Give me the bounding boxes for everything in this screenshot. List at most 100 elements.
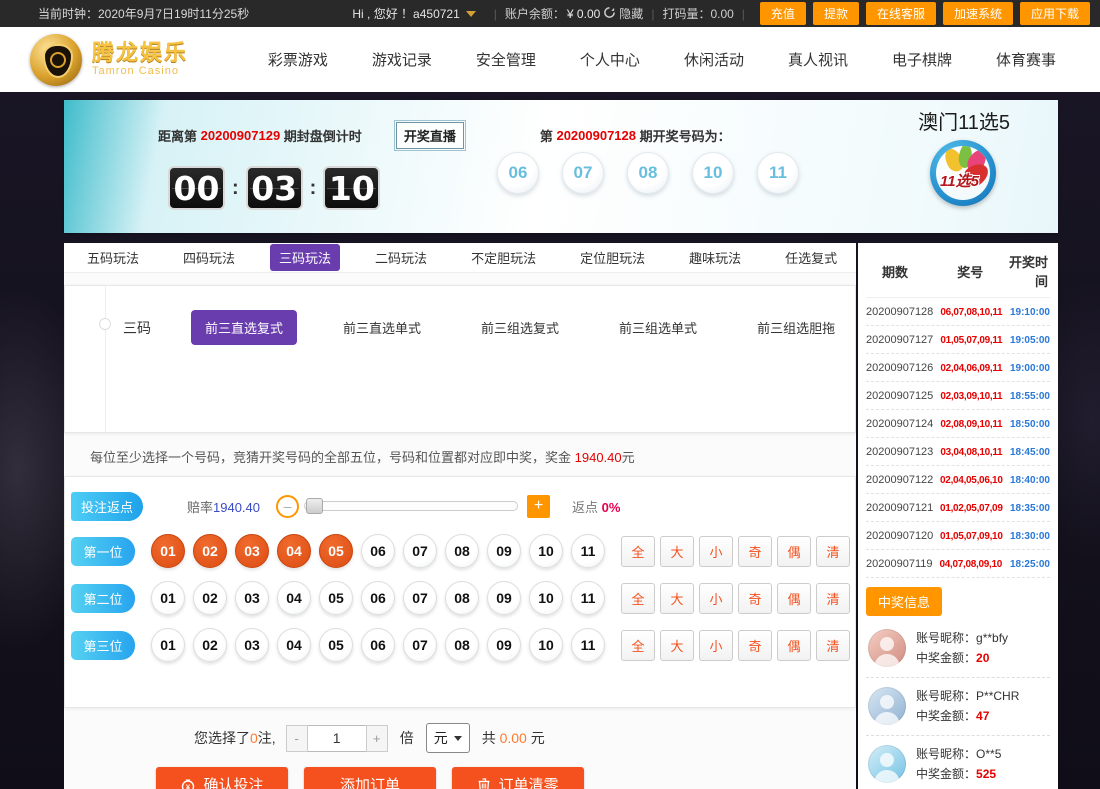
quick-button-2-0[interactable]: 全 <box>621 629 655 661</box>
unit-select[interactable]: 元 <box>425 723 470 753</box>
tab-5[interactable]: 定位胆玩法 <box>571 244 654 271</box>
number-ball-第二位-09[interactable]: 09 <box>487 581 521 615</box>
number-ball-第一位-07[interactable]: 07 <box>403 534 437 568</box>
multiplier-minus-button[interactable]: - <box>285 724 308 752</box>
number-ball-第二位-01[interactable]: 01 <box>151 581 185 615</box>
number-ball-第一位-10[interactable]: 10 <box>529 534 563 568</box>
number-ball-第一位-11[interactable]: 11 <box>571 534 605 568</box>
quick-button-0-4[interactable]: 偶 <box>777 535 811 567</box>
nav-item-7[interactable]: 体育赛事 <box>996 49 1056 70</box>
tab-1[interactable]: 四码玩法 <box>174 244 244 271</box>
number-ball-第二位-02[interactable]: 02 <box>193 581 227 615</box>
number-ball-第二位-04[interactable]: 04 <box>277 581 311 615</box>
number-ball-第三位-10[interactable]: 10 <box>529 628 563 662</box>
rebate-slider[interactable] <box>304 498 519 514</box>
live-draw-button[interactable]: 开奖直播 <box>393 120 466 151</box>
page: 当前时钟：2020年9月7日19时11分25秒 Hi , 您好 ！a450721… <box>0 0 1100 789</box>
quick-button-2-1[interactable]: 大 <box>660 629 694 661</box>
topbar-button-0[interactable]: 充值 <box>759 2 806 25</box>
quick-button-1-0[interactable]: 全 <box>621 582 655 614</box>
quick-button-1-3[interactable]: 奇 <box>738 582 772 614</box>
number-ball-第三位-02[interactable]: 02 <box>193 628 227 662</box>
number-ball-第一位-09[interactable]: 09 <box>487 534 521 568</box>
user-greeting[interactable]: Hi , 您好 ！a450721 <box>352 5 459 22</box>
multiplier-input[interactable] <box>307 724 366 752</box>
play-mode-4[interactable]: 前三组选胆拖 <box>743 310 849 345</box>
number-ball-第二位-10[interactable]: 10 <box>529 581 563 615</box>
play-mode-0[interactable]: 前三直选复式 <box>191 310 298 345</box>
tab-6[interactable]: 趣味玩法 <box>680 244 750 271</box>
brand[interactable]: 腾龙娱乐 Tamron Casino <box>30 33 188 86</box>
number-ball-第三位-06[interactable]: 06 <box>361 628 395 662</box>
hide-balance-link[interactable]: 隐藏 <box>619 5 643 22</box>
number-ball-第一位-06[interactable]: 06 <box>361 534 395 568</box>
topbar-button-2[interactable]: 在线客服 <box>865 2 936 25</box>
tab-7[interactable]: 任选复式 <box>776 244 846 271</box>
multiplier-plus-button[interactable]: + <box>365 724 388 752</box>
nav-item-3[interactable]: 个人中心 <box>580 49 640 70</box>
nav-item-0[interactable]: 彩票游戏 <box>268 49 328 70</box>
refresh-icon[interactable] <box>603 6 616 22</box>
nav-item-4[interactable]: 休闲活动 <box>684 49 744 70</box>
quick-button-0-2[interactable]: 小 <box>699 535 733 567</box>
topbar-button-1[interactable]: 提款 <box>812 2 859 25</box>
play-mode-1[interactable]: 前三直选单式 <box>329 310 435 345</box>
number-ball-第三位-05[interactable]: 05 <box>319 628 353 662</box>
number-ball-第一位-02[interactable]: 02 <box>193 534 227 568</box>
rebate-plus-button[interactable]: + <box>527 494 551 518</box>
number-ball-第二位-07[interactable]: 07 <box>403 581 437 615</box>
number-ball-第三位-01[interactable]: 01 <box>151 628 185 662</box>
play-mode-3[interactable]: 前三组选单式 <box>605 310 711 345</box>
tab-2[interactable]: 三码玩法 <box>270 244 341 271</box>
quick-button-2-2[interactable]: 小 <box>699 629 733 661</box>
quick-button-1-2[interactable]: 小 <box>699 582 733 614</box>
number-ball-第三位-04[interactable]: 04 <box>277 628 311 662</box>
number-ball-第一位-03[interactable]: 03 <box>235 534 269 568</box>
nav-item-2[interactable]: 安全管理 <box>476 49 536 70</box>
quick-button-1-4[interactable]: 偶 <box>777 582 811 614</box>
quick-button-0-3[interactable]: 奇 <box>738 535 772 567</box>
number-ball-第二位-03[interactable]: 03 <box>235 581 269 615</box>
tab-0[interactable]: 五码玩法 <box>78 244 148 271</box>
number-ball-第二位-08[interactable]: 08 <box>445 581 479 615</box>
nav-item-5[interactable]: 真人视讯 <box>788 49 848 70</box>
number-ball-第二位-06[interactable]: 06 <box>361 581 395 615</box>
number-ball-第三位-11[interactable]: 11 <box>571 628 605 662</box>
number-ball-第三位-07[interactable]: 07 <box>403 628 437 662</box>
quick-button-2-4[interactable]: 偶 <box>777 629 811 661</box>
number-ball-第一位-08[interactable]: 08 <box>445 534 479 568</box>
topbar-button-3[interactable]: 加速系统 <box>942 2 1013 25</box>
clear-orders-button[interactable]: 订单清零 <box>452 767 584 789</box>
countdown-suffix: 期封盘倒计时 <box>283 129 362 144</box>
quick-button-0-0[interactable]: 全 <box>621 535 655 567</box>
chevron-down-icon[interactable] <box>465 10 476 17</box>
number-ball-第一位-04[interactable]: 04 <box>277 534 311 568</box>
number-ball-第一位-01[interactable]: 01 <box>151 534 185 568</box>
quick-button-2-5[interactable]: 清 <box>816 629 850 661</box>
number-ball-第三位-03[interactable]: 03 <box>235 628 269 662</box>
number-ball-第三位-08[interactable]: 08 <box>445 628 479 662</box>
quick-button-0-1[interactable]: 大 <box>660 535 694 567</box>
play-mode-2[interactable]: 前三组选复式 <box>467 310 573 345</box>
add-order-button[interactable]: 添加订单 <box>304 767 436 789</box>
rebate-pill[interactable]: 投注返点 <box>71 491 143 521</box>
tab-3[interactable]: 二码玩法 <box>366 244 436 271</box>
slider-handle[interactable] <box>306 498 324 514</box>
number-ball-第三位-09[interactable]: 09 <box>487 628 521 662</box>
tip-text: 每位至少选择一个号码，竞猜开奖号码的全部五位，号码和位置都对应即中奖，奖金 <box>90 450 575 465</box>
tab-4[interactable]: 不定胆玩法 <box>462 244 545 271</box>
nav-item-1[interactable]: 游戏记录 <box>372 49 432 70</box>
number-ball-第一位-05[interactable]: 05 <box>319 534 353 568</box>
winners-badge[interactable]: 中奖信息 <box>866 587 943 616</box>
winner-info: 账号昵称：P**CHR 中奖金额：47 <box>916 686 1019 727</box>
quick-button-1-5[interactable]: 清 <box>816 582 850 614</box>
quick-button-1-1[interactable]: 大 <box>660 582 694 614</box>
confirm-bet-button[interactable]: ¥ 确认投注 <box>156 767 288 789</box>
number-ball-第二位-05[interactable]: 05 <box>319 581 353 615</box>
rebate-minus-button[interactable]: – <box>276 494 300 518</box>
topbar-button-4[interactable]: 应用下载 <box>1019 2 1090 25</box>
quick-button-0-5[interactable]: 清 <box>816 535 850 567</box>
number-ball-第二位-11[interactable]: 11 <box>571 581 605 615</box>
quick-button-2-3[interactable]: 奇 <box>738 629 772 661</box>
nav-item-6[interactable]: 电子棋牌 <box>892 49 952 70</box>
